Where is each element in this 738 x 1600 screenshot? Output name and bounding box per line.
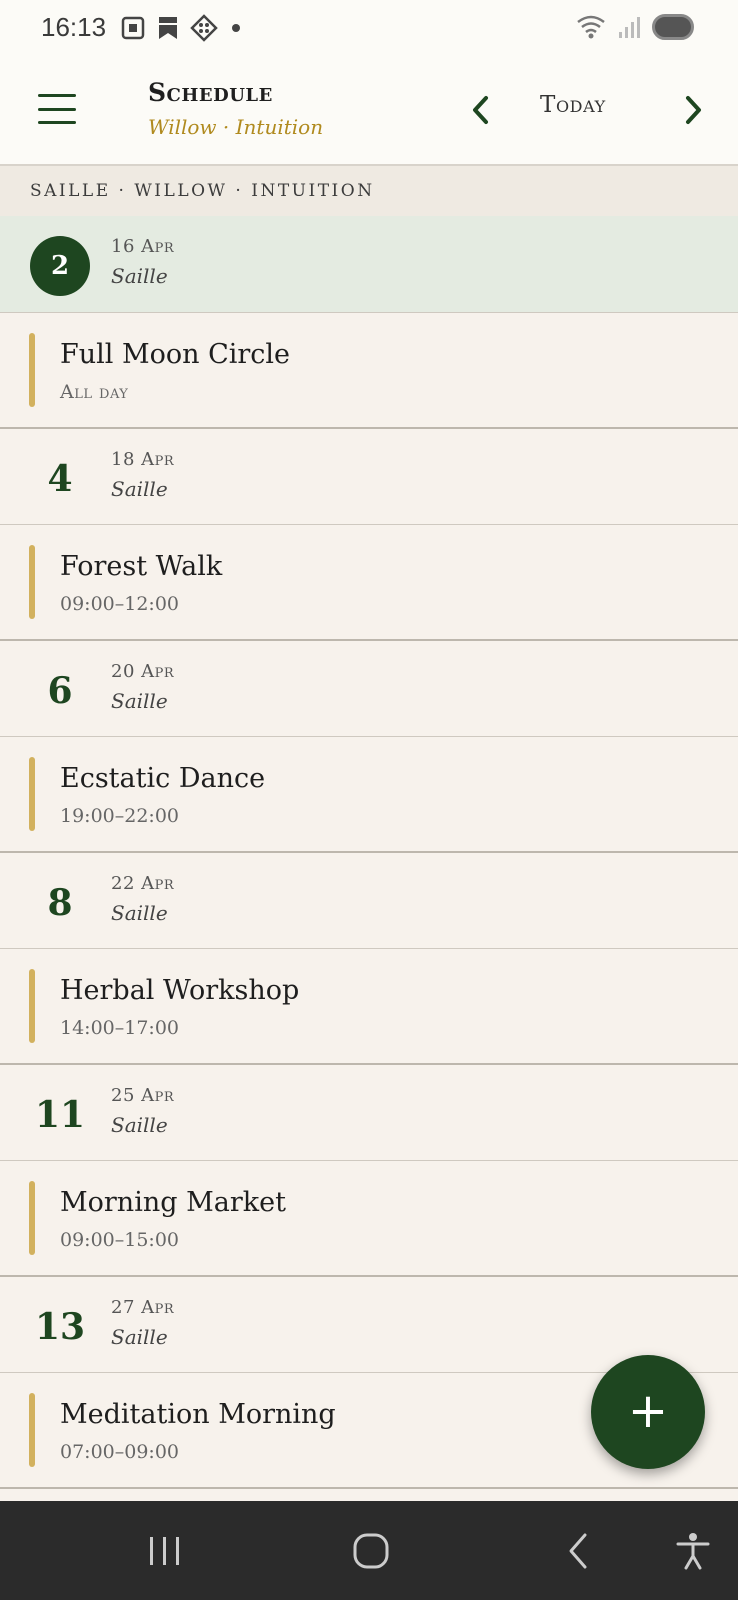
- day-name: Saille: [111, 1113, 168, 1137]
- menu-icon-line: [38, 121, 76, 124]
- event-time: 07:00–09:00: [60, 1441, 180, 1463]
- system-nav-bar: [0, 1501, 738, 1600]
- day-name: Saille: [111, 689, 168, 713]
- status-bar: 16:13: [0, 0, 738, 56]
- app-bar: Schedule Willow · Intuition Today: [0, 56, 738, 166]
- event-row[interactable]: Herbal Workshop 14:00–17:00: [0, 949, 738, 1065]
- event-color-bar: [29, 1181, 35, 1255]
- day-name: Saille: [111, 901, 168, 925]
- page-title: Schedule: [148, 78, 273, 107]
- event-row[interactable]: Full Moon Circle All day: [0, 313, 738, 429]
- day-row[interactable]: 6 20 Apr Saille: [0, 641, 738, 737]
- add-event-button[interactable]: +: [591, 1355, 705, 1469]
- day-name: Saille: [111, 264, 168, 288]
- back-icon[interactable]: [555, 1531, 605, 1571]
- event-title: Herbal Workshop: [60, 975, 300, 1006]
- event-title: Full Moon Circle: [60, 339, 291, 370]
- day-date: 20 Apr: [111, 661, 175, 682]
- home-icon[interactable]: [346, 1531, 396, 1571]
- plus-icon: +: [627, 1383, 669, 1439]
- event-color-bar: [29, 545, 35, 619]
- dot-icon: [232, 24, 240, 32]
- wifi-icon: [577, 15, 605, 39]
- section-header-label: Saille · Willow · Intuition: [30, 181, 375, 201]
- day-number: 13: [34, 1306, 86, 1348]
- event-row[interactable]: Forest Walk 09:00–12:00: [0, 525, 738, 641]
- event-row[interactable]: Ecstatic Dance 19:00–22:00: [0, 737, 738, 853]
- day-date: 22 Apr: [111, 873, 175, 894]
- event-title: Morning Market: [60, 1187, 286, 1218]
- event-color-bar: [29, 1393, 35, 1467]
- day-date: 18 Apr: [111, 449, 175, 470]
- day-number: 2: [30, 236, 90, 296]
- status-icons-left: [120, 14, 244, 42]
- event-title: Ecstatic Dance: [60, 763, 266, 794]
- event-time: 09:00–15:00: [60, 1229, 180, 1251]
- event-time: All day: [60, 381, 129, 403]
- event-color-bar: [29, 757, 35, 831]
- day-date: 16 Apr: [111, 236, 175, 257]
- page-subtitle: Willow · Intuition: [148, 115, 324, 139]
- menu-icon-line: [38, 94, 76, 97]
- status-time: 16:13: [41, 12, 107, 42]
- day-row[interactable]: 4 18 Apr Saille: [0, 429, 738, 525]
- day-number: 4: [47, 458, 73, 500]
- battery-icon: [652, 14, 694, 40]
- event-time: 14:00–17:00: [60, 1017, 180, 1039]
- day-row[interactable]: 11 25 Apr Saille: [0, 1065, 738, 1161]
- event-title: Forest Walk: [60, 551, 223, 582]
- day-row[interactable]: 8 22 Apr Saille: [0, 853, 738, 949]
- day-date: 27 Apr: [111, 1297, 175, 1318]
- today-button[interactable]: Today: [540, 92, 606, 118]
- day-date: 25 Apr: [111, 1085, 175, 1106]
- day-number: 8: [47, 882, 73, 924]
- event-row[interactable]: Morning Market 09:00–15:00: [0, 1161, 738, 1277]
- event-color-bar: [29, 333, 35, 407]
- signal-icon: [619, 17, 640, 38]
- event-color-bar: [29, 969, 35, 1043]
- app-icon: [190, 14, 218, 42]
- schedule-list: 2 16 Apr Saille Full Moon Circle All day…: [0, 216, 738, 1489]
- day-name: Saille: [111, 477, 168, 501]
- accessibility-icon[interactable]: [668, 1531, 718, 1571]
- event-title: Meditation Morning: [60, 1399, 336, 1430]
- day-number: 11: [34, 1094, 86, 1136]
- chevron-left-icon[interactable]: [466, 90, 496, 130]
- menu-icon-line: [38, 107, 76, 111]
- status-icons-right: [576, 14, 694, 40]
- bookmark-icon: [159, 17, 177, 39]
- day-name: Saille: [111, 1325, 168, 1349]
- recent-apps-icon[interactable]: [140, 1531, 190, 1571]
- day-number: 6: [47, 670, 73, 712]
- event-time: 19:00–22:00: [60, 805, 180, 827]
- screenshot-icon: [121, 16, 145, 40]
- event-time: 09:00–12:00: [60, 593, 180, 615]
- section-header: Saille · Willow · Intuition: [0, 166, 738, 216]
- menu-button[interactable]: [38, 94, 76, 124]
- day-row[interactable]: 2 16 Apr Saille: [0, 216, 738, 313]
- chevron-right-icon[interactable]: [678, 90, 708, 130]
